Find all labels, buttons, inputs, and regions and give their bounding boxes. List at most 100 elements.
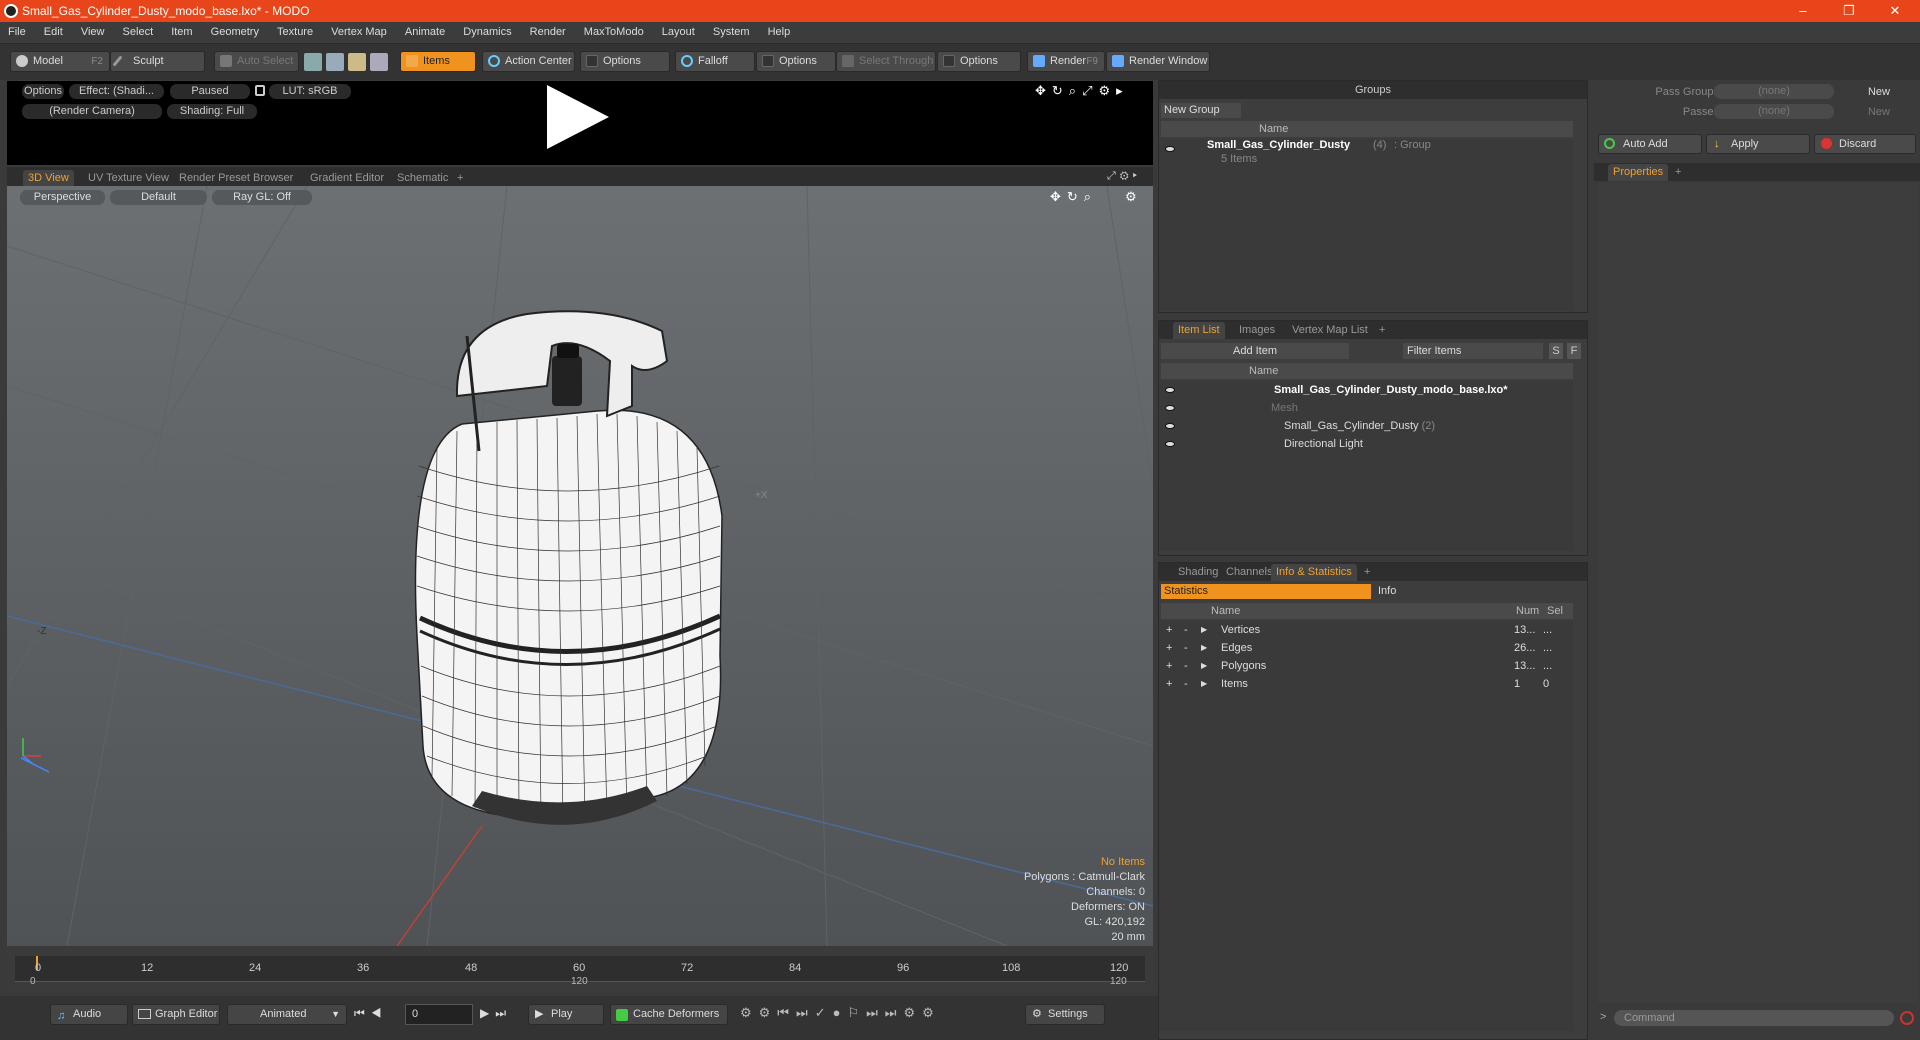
menu-select[interactable]: Select (115, 22, 161, 38)
settings-button[interactable]: ⚙ Settings (1025, 1004, 1105, 1025)
table-row[interactable]: + - ▶ Vertices 13...... (1159, 621, 1573, 639)
tab-images[interactable]: Images (1234, 322, 1280, 339)
menu-vertex-map[interactable]: Vertex Map (323, 22, 394, 38)
tab-schematic[interactable]: Schematic (392, 170, 453, 187)
preview-lut-dropdown[interactable]: LUT: sRGB (269, 84, 351, 99)
falloff-options-button[interactable]: Options (756, 51, 836, 72)
polygon-mode-icon[interactable] (348, 53, 366, 71)
add-tab-button[interactable]: + (1374, 322, 1390, 339)
preview-shading-dropdown[interactable]: Shading: Full (167, 104, 257, 119)
menu-edit[interactable]: Edit (36, 22, 70, 38)
material-mode-icon[interactable] (370, 53, 388, 71)
render-button[interactable]: Render F9 (1027, 51, 1105, 72)
edge-mode-icon[interactable] (326, 53, 344, 71)
graph-editor-button[interactable]: Graph Editor (132, 1004, 220, 1025)
tab-info-statistics[interactable]: Info & Statistics (1271, 564, 1357, 581)
info-subtab[interactable]: Info (1375, 584, 1575, 599)
list-item[interactable]: Small_Gas_Cylinder_Dusty_modo_base.lxo* (1159, 381, 1573, 399)
menu-help[interactable]: Help (760, 22, 798, 38)
auto-add-button[interactable]: Auto Add (1598, 134, 1702, 154)
eye-icon[interactable] (1165, 387, 1175, 393)
menu-view[interactable]: View (73, 22, 112, 38)
maximize-button[interactable]: ❐ (1826, 0, 1872, 22)
menu-item[interactable]: Item (163, 22, 199, 38)
viewport-raygl-dropdown[interactable]: Ray GL: Off (212, 190, 312, 205)
add-tab-button[interactable]: + (1359, 564, 1375, 581)
eye-icon[interactable] (1165, 423, 1175, 429)
eye-icon[interactable] (1165, 441, 1175, 447)
new-pass-button[interactable]: New (1844, 106, 1914, 118)
menu-geometry[interactable]: Geometry (203, 22, 266, 38)
sculpt-button[interactable]: Sculpt (110, 51, 205, 72)
tab-render-preset-browser[interactable]: Render Preset Browser (174, 170, 298, 187)
tab-properties[interactable]: Properties (1608, 164, 1669, 181)
menu-maxtomodo[interactable]: MaxToModo (576, 22, 651, 38)
menu-texture[interactable]: Texture (269, 22, 320, 38)
viewport-nav-icons[interactable]: ✥↻⌕ (1050, 189, 1097, 205)
menu-dynamics[interactable]: Dynamics (455, 22, 518, 38)
menu-render[interactable]: Render (522, 22, 573, 38)
items-mode-button[interactable]: Items (400, 51, 476, 72)
lock-icon[interactable] (255, 85, 265, 96)
key-tools-icons[interactable]: ⚙⚙⏮⏭✓●⚐⏭⏭⚙⚙ (740, 1005, 941, 1021)
add-tab-button[interactable]: + (1670, 164, 1686, 181)
tab-channels[interactable]: Channels (1221, 564, 1277, 581)
cache-deformers-button[interactable]: Cache Deformers (610, 1004, 728, 1025)
minimize-button[interactable]: – (1780, 0, 1826, 22)
play-icon[interactable] (547, 85, 609, 149)
menu-layout[interactable]: Layout (654, 22, 702, 38)
command-input[interactable]: Command (1614, 1010, 1894, 1026)
preview-paused-button[interactable]: Paused (170, 84, 250, 99)
new-group-button[interactable]: New Group (1161, 103, 1241, 118)
frame-input[interactable]: 0 (405, 1004, 473, 1025)
preview-nav-icons[interactable]: ✥↻⌕⤢⚙▸ (1035, 83, 1129, 99)
filter-items-input[interactable]: Filter Items (1403, 343, 1543, 359)
select-through-button[interactable]: Select Through (836, 51, 936, 72)
tab-uv-texture-view[interactable]: UV Texture View (83, 170, 174, 187)
eye-icon[interactable] (1165, 405, 1175, 411)
new-pass-group-button[interactable]: New (1844, 86, 1914, 98)
apply-button[interactable]: ↓ Apply (1706, 134, 1810, 154)
list-item[interactable]: Directional Light (1159, 435, 1573, 453)
falloff-button[interactable]: Falloff (675, 51, 755, 72)
add-tab-button[interactable]: + (452, 170, 468, 187)
pass-groups-dropdown[interactable]: (none) (1714, 84, 1834, 99)
viewport-perspective-dropdown[interactable]: Perspective (20, 190, 105, 205)
filter-f-button[interactable]: F (1567, 343, 1581, 359)
table-row[interactable]: + - ▶ Edges 26...... (1159, 639, 1573, 657)
menu-file[interactable]: File (0, 22, 33, 38)
skip-forward-icons[interactable]: ▶⏭ (480, 1006, 512, 1021)
action-center-options-button[interactable]: Options (580, 51, 670, 72)
viewport-style-dropdown[interactable]: Default (110, 190, 207, 205)
passes-dropdown[interactable]: (none) (1714, 104, 1834, 119)
timeline[interactable]: 0 12 24 36 48 60 72 84 96 108 120 0 120 … (7, 948, 1153, 990)
model-button[interactable]: Model F2 (10, 51, 110, 72)
tab-shading[interactable]: Shading (1173, 564, 1223, 581)
close-button[interactable]: ✕ (1872, 0, 1918, 22)
render-window-button[interactable]: Render Window (1106, 51, 1210, 72)
auto-select-button[interactable]: Auto Select (214, 51, 299, 72)
list-item[interactable]: Mesh (1159, 399, 1573, 417)
menu-animate[interactable]: Animate (397, 22, 452, 38)
tab-item-list[interactable]: Item List (1173, 322, 1225, 339)
vertex-mode-icon[interactable] (304, 53, 322, 71)
preview-effect-dropdown[interactable]: Effect: (Shadi... (69, 84, 164, 99)
command-stop-icon[interactable] (1900, 1011, 1914, 1025)
group-name[interactable]: Small_Gas_Cylinder_Dusty (1207, 139, 1350, 151)
menu-system[interactable]: System (705, 22, 757, 38)
action-center-button[interactable]: Action Center (482, 51, 575, 72)
preview-camera-dropdown[interactable]: (Render Camera) (22, 104, 162, 119)
3d-viewport[interactable]: Perspective Default Ray GL: Off ✥↻⌕ ⚙ -Z… (7, 186, 1153, 946)
list-item[interactable]: Small_Gas_Cylinder_Dusty (2) (1159, 417, 1573, 435)
play-button[interactable]: ▶ Play (528, 1004, 604, 1025)
table-row[interactable]: + - ▶ Polygons 13...... (1159, 657, 1573, 675)
skip-back-icons[interactable]: ⏮◀ (354, 1006, 388, 1021)
tab-gradient-editor[interactable]: Gradient Editor (305, 170, 389, 187)
add-item-dropdown[interactable]: Add Item (1161, 343, 1349, 359)
view-tab-icons[interactable]: ⤢⚙▸ (1107, 170, 1141, 183)
select-through-options-button[interactable]: Options (937, 51, 1021, 72)
viewport-settings-icon[interactable]: ⚙ (1125, 189, 1137, 205)
gas-cylinder-mesh[interactable] (414, 310, 723, 825)
preview-options-button[interactable]: Options (22, 84, 64, 99)
discard-button[interactable]: Discard (1814, 134, 1916, 154)
